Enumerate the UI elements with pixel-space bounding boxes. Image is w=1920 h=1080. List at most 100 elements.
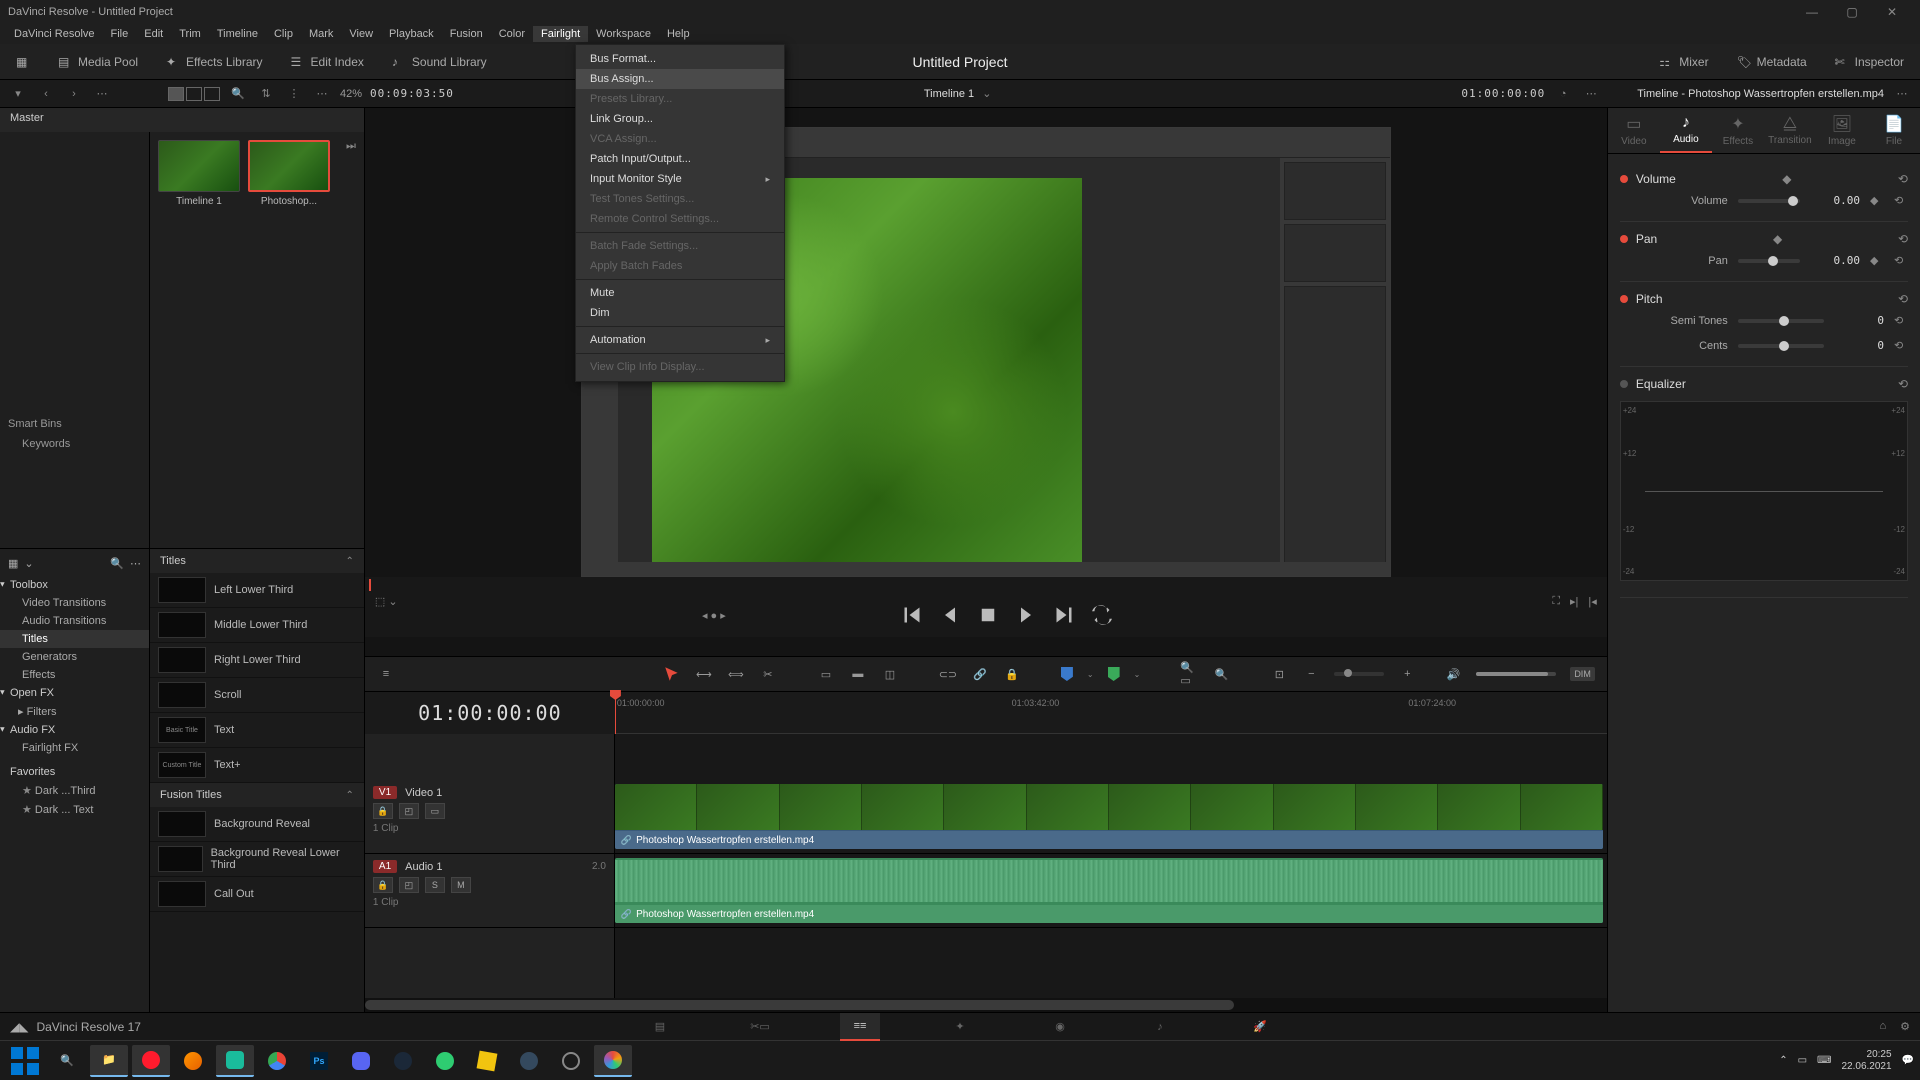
title-item[interactable]: Middle Lower Third (150, 608, 364, 643)
menu-edit[interactable]: Edit (136, 26, 171, 42)
taskbar-app5[interactable] (552, 1045, 590, 1077)
chevron-down-icon[interactable]: ⌄ (1087, 670, 1094, 679)
tray-chevron-icon[interactable]: ⌃ (1779, 1055, 1787, 1066)
cat-filters[interactable]: ▸ Filters (0, 702, 149, 721)
home-icon[interactable]: ⌂ (1879, 1020, 1886, 1033)
track-badge[interactable]: A1 (373, 860, 397, 873)
page-deliver[interactable]: 🚀 (1240, 1013, 1280, 1041)
zoom-menu-icon[interactable]: 🔍 (1212, 665, 1230, 683)
keyframe-icon[interactable]: ◆ (1782, 172, 1791, 186)
eq-graph[interactable]: +24+12-12-24 +24+12-12-24 (1620, 401, 1908, 581)
enable-dot[interactable] (1620, 380, 1628, 388)
view-list-icon[interactable] (204, 87, 220, 101)
track-disable-icon[interactable]: ▭ (425, 803, 445, 819)
menu-link-group[interactable]: Link Group... (576, 109, 784, 129)
param-value[interactable]: 0.00 (1810, 194, 1860, 207)
reset-icon[interactable]: ⟲ (1898, 292, 1908, 306)
cat-generators[interactable]: Generators (0, 648, 149, 666)
timeline-view-icon[interactable]: ≡ (377, 665, 395, 683)
enable-dot[interactable] (1620, 295, 1628, 303)
inspector-button[interactable]: ✄Inspector (1827, 51, 1912, 73)
start-button[interactable] (6, 1045, 44, 1077)
menu-automation[interactable]: Automation▸ (576, 330, 784, 350)
prev-frame-button[interactable] (940, 605, 960, 625)
more-icon3[interactable]: ⋯ (1581, 84, 1601, 104)
cat-video-transitions[interactable]: Video Transitions (0, 594, 149, 612)
title-item[interactable]: Right Lower Third (150, 643, 364, 678)
menu-clip[interactable]: Clip (266, 26, 301, 42)
media-pool-button[interactable]: ▤Media Pool (50, 51, 146, 73)
track-mute-button[interactable]: M (451, 877, 471, 893)
cat-openfx[interactable]: Open FX (0, 684, 149, 702)
track-badge[interactable]: V1 (373, 786, 397, 799)
title-item[interactable]: Custom TitleText+ (150, 748, 364, 783)
edit-index-button[interactable]: ☰Edit Index (283, 51, 372, 73)
reset-icon[interactable]: ⟲ (1894, 194, 1908, 207)
last-frame-button[interactable] (1054, 605, 1074, 625)
panel-icon[interactable]: ▦ (8, 557, 18, 570)
fusion-titles-section-header[interactable]: Fusion Titles⌃ (150, 783, 364, 807)
track-solo-button[interactable]: S (425, 877, 445, 893)
pan-slider[interactable] (1738, 259, 1800, 263)
trim-tool[interactable]: ⟷ (695, 665, 713, 683)
clip-photoshop[interactable]: Photoshop... (248, 140, 330, 207)
link-toggle[interactable]: 🔗 (971, 665, 989, 683)
cat-audio-transitions[interactable]: Audio Transitions (0, 612, 149, 630)
menu-view[interactable]: View (341, 26, 381, 42)
taskbar-chrome[interactable] (258, 1045, 296, 1077)
fusion-title-item[interactable]: Call Out (150, 877, 364, 912)
taskbar-opera[interactable] (132, 1045, 170, 1077)
semitones-slider[interactable] (1738, 319, 1824, 323)
sound-library-button[interactable]: ♪Sound Library (384, 51, 495, 73)
chevron-down-icon[interactable]: ⌄ (982, 87, 991, 100)
timeline-ruler[interactable]: 01:00:00:00 01:03:42:00 01:07:24:00 (615, 692, 1607, 734)
more-icon2[interactable]: ⋯ (312, 84, 332, 104)
nav-back[interactable]: ‹ (36, 84, 56, 104)
keyframe-icon[interactable]: ◆ (1870, 194, 1884, 207)
fav-item[interactable]: ★ Dark ... Text (0, 800, 149, 819)
scrub-playhead[interactable] (369, 579, 371, 591)
video-track-header[interactable]: V1 Video 1 🔒 ◰ ▭ 1 Clip (365, 780, 614, 854)
volume-slider[interactable] (1476, 672, 1556, 676)
tab-audio[interactable]: ♪Audio (1660, 108, 1712, 153)
audio-track-header[interactable]: A1 Audio 1 2.0 🔒 ◰ S M 1 Clip (365, 854, 614, 928)
smart-bin-keywords[interactable]: Keywords (8, 438, 141, 450)
dim-button[interactable]: DIM (1570, 667, 1595, 681)
zoom-slider[interactable] (1334, 672, 1384, 676)
window-close[interactable]: ✕ (1872, 0, 1912, 24)
keyframe-icon[interactable]: ◆ (1870, 254, 1884, 267)
first-frame-button[interactable] (902, 605, 922, 625)
bin-dropdown[interactable]: ▾ (8, 84, 28, 104)
reset-icon[interactable]: ⟲ (1898, 232, 1908, 246)
lock-icon[interactable]: 🔒 (1003, 665, 1021, 683)
timeline-name[interactable]: Timeline 1 (924, 88, 974, 100)
reset-icon[interactable]: ⟲ (1898, 377, 1908, 391)
taskbar-app4[interactable] (510, 1045, 548, 1077)
page-media[interactable]: ▤ (640, 1013, 680, 1041)
dynamic-trim-tool[interactable]: ⟺ (727, 665, 745, 683)
taskbar-clock[interactable]: 20:25 22.06.2021 (1841, 1049, 1891, 1073)
param-value[interactable]: 0 (1834, 314, 1884, 327)
metadata-button[interactable]: 🏷Metadata (1729, 51, 1815, 73)
selection-tool[interactable] (663, 665, 681, 683)
effects-library-button[interactable]: ✦Effects Library (158, 51, 270, 73)
menu-fairlight[interactable]: Fairlight (533, 26, 588, 42)
menu-trim[interactable]: Trim (171, 26, 209, 42)
chevron-down-icon[interactable]: ⌄ (1134, 670, 1141, 679)
stop-button[interactable] (978, 605, 998, 625)
enable-dot[interactable] (1620, 235, 1628, 243)
track-auto-icon[interactable]: ◰ (399, 803, 419, 819)
clip-timeline1[interactable]: Timeline 1 (158, 140, 240, 207)
crop-icon[interactable]: ⬚ ⌄ (375, 595, 398, 608)
smart-bins-header[interactable]: Smart Bins (8, 418, 141, 430)
fav-item[interactable]: ★ Dark ...Third (0, 781, 149, 800)
page-fusion[interactable]: ✦ (940, 1013, 980, 1041)
menu-mute[interactable]: Mute (576, 283, 784, 303)
taskbar-firefox[interactable] (174, 1045, 212, 1077)
view-thumbnail-icon[interactable] (168, 87, 184, 101)
taskbar-discord[interactable] (342, 1045, 380, 1077)
cat-effects[interactable]: Effects (0, 666, 149, 684)
taskbar-app3[interactable] (468, 1045, 506, 1077)
menu-input-monitor[interactable]: Input Monitor Style▸ (576, 169, 784, 189)
more-icon[interactable]: ⋯ (92, 84, 112, 104)
